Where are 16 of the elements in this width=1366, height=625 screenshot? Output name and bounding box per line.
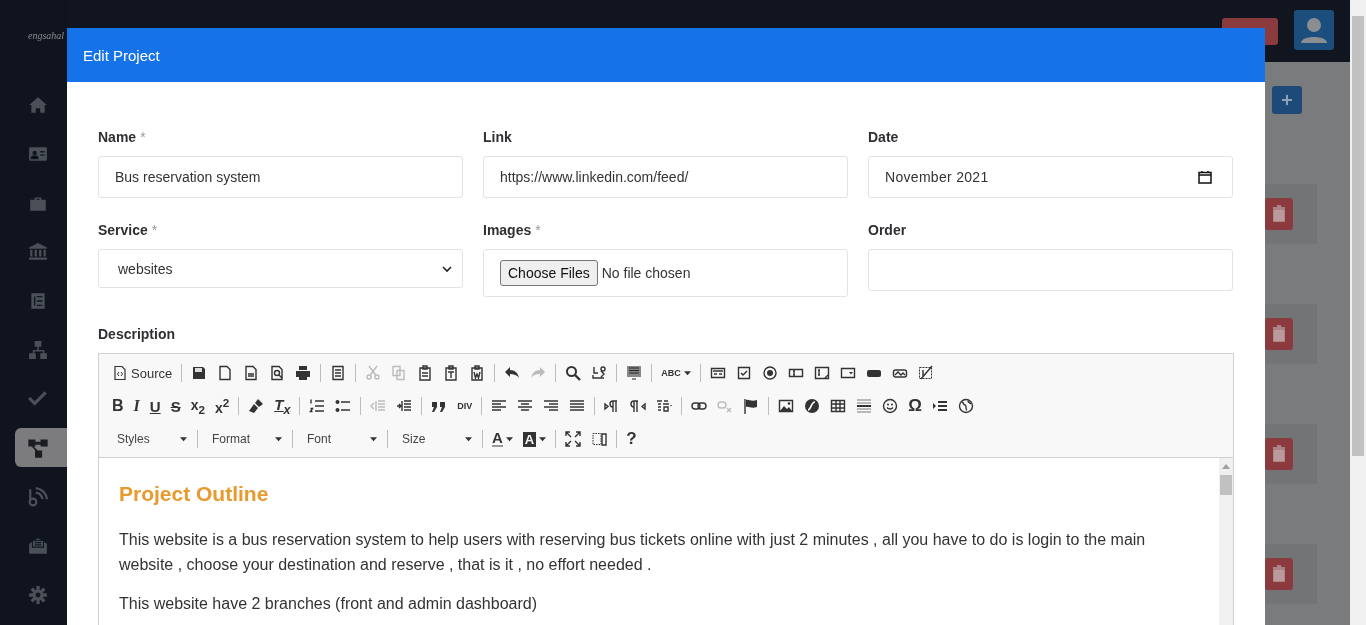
field-label: Description <box>98 326 175 342</box>
content-paragraph: This website is a bus reservation system to help users with reserving bus tickets online with just 2 minutes , all you have to do is login to the main website , choose your destination and reserve , that is it , no effort needed . <box>119 530 1147 575</box>
content-paragraph: This website have 2 branches (front and admin dashboard) <box>119 594 538 614</box>
field-label: Link <box>483 129 512 145</box>
field-label: Service <box>98 222 148 238</box>
field-label: Order <box>868 222 907 238</box>
required-mark: * <box>535 222 541 238</box>
field-label: Date <box>868 129 899 145</box>
required-mark: * <box>151 222 158 238</box>
required-mark: * <box>140 129 146 145</box>
field-label: Images <box>483 222 532 238</box>
content-heading: Project Outline <box>119 482 270 506</box>
logo-text: engsahal <box>27 29 66 43</box>
file-status: No file chosen <box>601 265 691 281</box>
dialog-title: Edit Project <box>83 46 160 64</box>
field-label: Name <box>98 129 137 145</box>
